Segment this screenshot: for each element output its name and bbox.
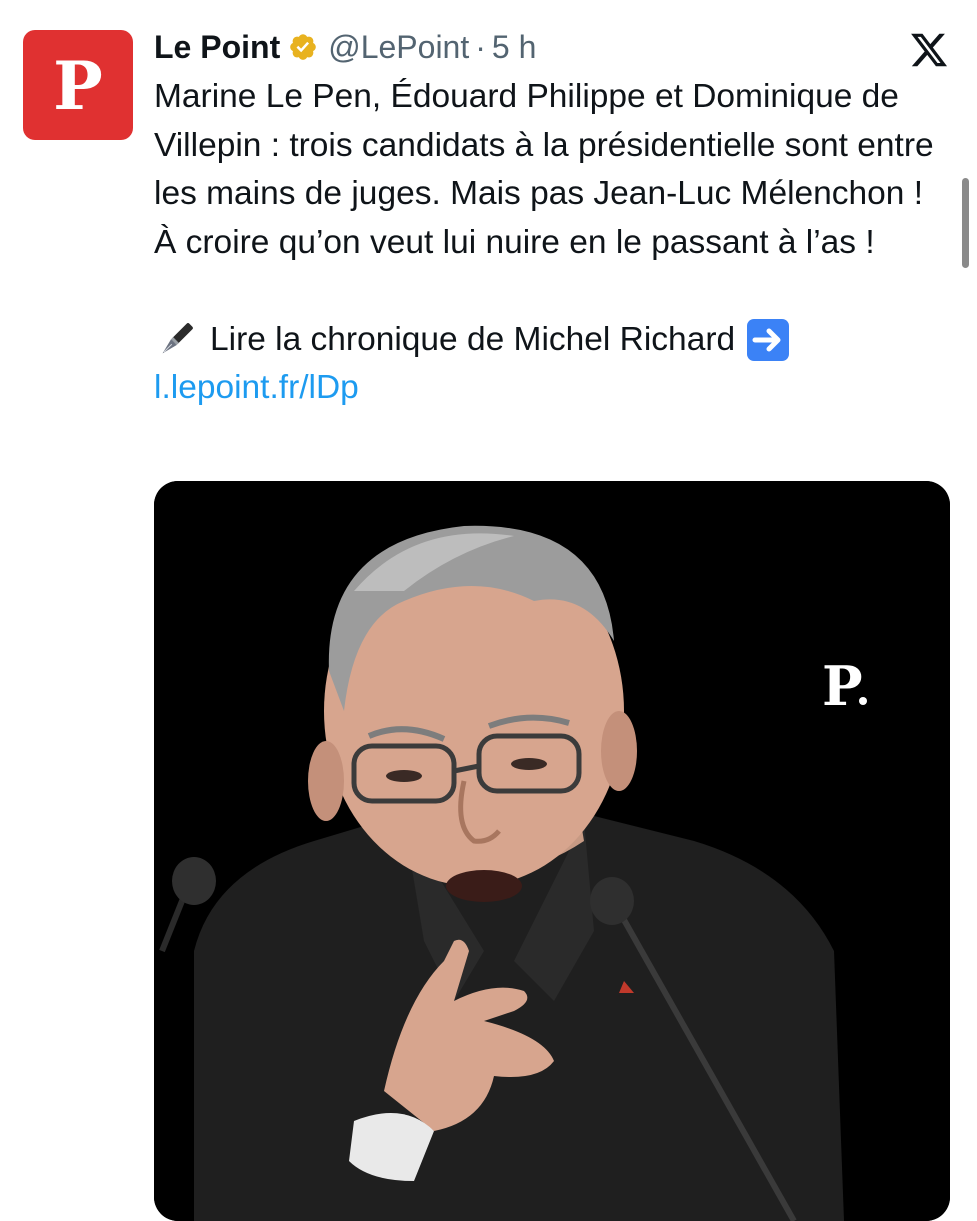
portrait-illustration [154,481,950,1221]
media-brand-logo: P [822,659,867,713]
tweet-text: Marine Le Pen, Édouard Philippe et Domin… [154,73,954,413]
tweet-paragraph: Marine Le Pen, Édouard Philippe et Domin… [154,78,934,261]
cta-line: Lire la chronique de Michel Richard [154,316,954,365]
user-handle[interactable]: @LePoint [328,29,469,66]
avatar-letter: P [53,47,103,125]
article-link[interactable]: l.lepoint.fr/lDp [154,369,359,406]
display-name[interactable]: Le Point [154,29,280,66]
verified-badge-icon [288,32,318,62]
media-brand-dot [858,697,867,705]
right-arrow-icon [747,318,790,361]
tweet-header: Le Point @LePoint · 5 h [154,26,536,68]
media-brand-letter: P [822,654,863,718]
scrollbar[interactable] [962,178,969,268]
tweet-media-image[interactable]: P [154,481,950,1221]
timestamp[interactable]: 5 h [492,29,536,66]
cta-text: Lire la chronique de Michel Richard [210,320,736,358]
separator-dot: · [475,28,486,65]
x-logo-icon[interactable] [909,30,949,70]
fountain-pen-icon [154,318,198,362]
avatar[interactable]: P [23,30,133,140]
